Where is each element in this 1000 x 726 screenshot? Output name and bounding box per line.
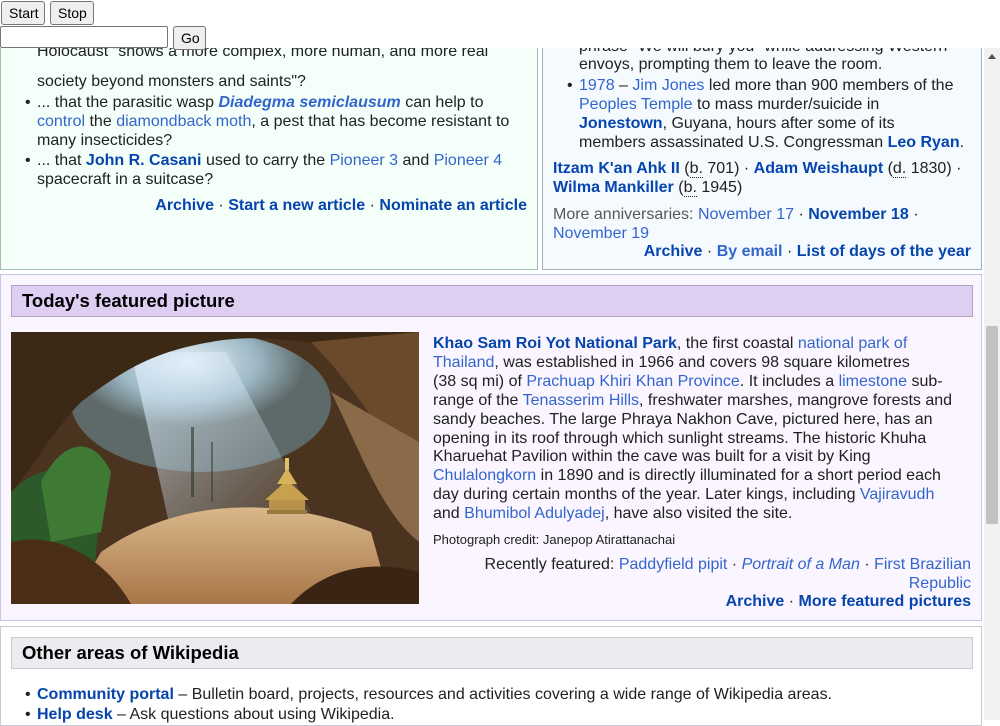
- scrollbar-thumb[interactable]: [986, 326, 998, 524]
- link-chulalongkorn[interactable]: Chulalongkorn: [433, 467, 536, 484]
- tfp-text: (38 sq mi) of Prachuap Khiri Khan Provin…: [433, 373, 943, 390]
- list-item: ... that John R. Casani used to carry th…: [25, 151, 503, 170]
- link-john-casani[interactable]: John R. Casani: [86, 152, 202, 169]
- other-areas-box: Other areas of Wikipedia Community porta…: [0, 626, 982, 726]
- more-anniversaries: November 19: [553, 224, 649, 243]
- otd-text: members assassinated U.S. Congressman Le…: [579, 134, 965, 151]
- tfp-text: sandy beaches. The large Phraya Nakhon C…: [433, 411, 933, 428]
- section-heading: Today's featured picture: [11, 285, 973, 317]
- link-wilma-mankiller[interactable]: Wilma Mankiller: [553, 179, 674, 196]
- start-new-article-link[interactable]: Start a new article: [228, 197, 365, 214]
- tfp-text: and Bhumibol Adulyadej, have also visite…: [433, 505, 793, 522]
- link-diadegma[interactable]: Diadegma semiclausum: [218, 94, 400, 111]
- tfp-text: Thailand, was established in 1966 and co…: [433, 354, 910, 371]
- go-button[interactable]: Go: [173, 26, 206, 50]
- list-item: Community portal – Bulletin board, proje…: [25, 685, 832, 704]
- tfp-text: opening in its roof through which sunlig…: [433, 430, 927, 447]
- more-featured-pictures-link[interactable]: More featured pictures: [799, 593, 971, 610]
- otd-archive-link[interactable]: Archive: [644, 243, 703, 260]
- link-vajiravudh[interactable]: Vajiravudh: [860, 486, 934, 503]
- link-pioneer-3[interactable]: Pioneer 3: [330, 152, 399, 169]
- on-this-day-box: phrase "We will bury you" while addressi…: [542, 28, 982, 270]
- link-prachuap-khiri-khan[interactable]: Prachuap Khiri Khan Province: [526, 373, 739, 390]
- link-adam-weishaupt[interactable]: Adam Weishaupt: [754, 160, 884, 177]
- featured-picture-box: Today's featured picture Khao Sam Roi Yo…: [0, 274, 982, 621]
- did-you-know-box: Holocaust "shows a more complex, more hu…: [0, 28, 538, 270]
- dyk-text: many insecticides?: [37, 132, 173, 149]
- dyk-text: spacecraft in a suitcase?: [37, 171, 214, 188]
- tfp-archive-link[interactable]: Archive: [726, 593, 785, 610]
- list-item: Help desk – Ask questions about using Wi…: [25, 705, 395, 724]
- start-button[interactable]: Start: [1, 1, 45, 25]
- link-national-park[interactable]: national park of: [798, 335, 907, 352]
- featured-photo[interactable]: [11, 332, 419, 604]
- list-item: 1978 – Jim Jones led more than 900 membe…: [567, 76, 953, 95]
- recently-featured: Recently featured: Paddyfield pipit · Po…: [484, 556, 971, 573]
- link-tenasserim-hills[interactable]: Tenasserim Hills: [523, 392, 639, 409]
- link-community-portal[interactable]: Community portal: [37, 686, 174, 703]
- link-paddyfield-pipit[interactable]: Paddyfield pipit: [619, 556, 728, 573]
- link-peoples-temple[interactable]: Peoples Temple: [579, 96, 693, 113]
- tfp-text: Kharuehat Pavilion within the cave was b…: [433, 448, 871, 465]
- section-heading: Other areas of Wikipedia: [11, 637, 973, 669]
- control-bar: Start Stop Go: [0, 0, 1000, 50]
- tfp-footer: Archive · More featured pictures: [725, 593, 971, 610]
- link-november-18[interactable]: November 18: [808, 206, 909, 223]
- dyk-footer: Archive · Start a new article · Nominate…: [155, 197, 527, 214]
- vertical-scrollbar[interactable]: [984, 48, 1000, 720]
- otd-text: Jonestown, Guyana, hours after some of i…: [579, 115, 895, 132]
- link-first-brazilian-republic[interactable]: First Brazilian: [874, 556, 971, 573]
- link-pioneer-4[interactable]: Pioneer 4: [434, 152, 503, 169]
- link-jim-jones[interactable]: Jim Jones: [632, 77, 704, 94]
- otd-text: Peoples Temple to mass murder/suicide in: [579, 96, 880, 113]
- recently-featured: Republic: [909, 574, 971, 593]
- link-diamondback-moth[interactable]: diamondback moth: [116, 113, 251, 130]
- scroll-up-arrow-icon[interactable]: [988, 54, 996, 59]
- link-1978[interactable]: 1978: [579, 77, 615, 94]
- link-control[interactable]: control: [37, 113, 85, 130]
- dyk-text: control the diamondback moth, a pest tha…: [37, 113, 510, 130]
- more-anniversaries: More anniversaries: November 17 · Novemb…: [553, 206, 919, 223]
- url-input[interactable]: [0, 26, 168, 48]
- link-november-19[interactable]: November 19: [553, 225, 649, 242]
- link-november-17[interactable]: November 17: [698, 206, 794, 223]
- link-itzam[interactable]: Itzam K'an Ahk II: [553, 160, 680, 177]
- photo-credit: Photograph credit: Janepop Atirattanacha…: [433, 532, 676, 547]
- nominate-article-link[interactable]: Nominate an article: [379, 197, 527, 214]
- otd-footer: Archive · By email · List of days of the…: [643, 243, 971, 260]
- link-thailand[interactable]: Thailand: [433, 354, 494, 371]
- list-item: ... that the parasitic wasp Diadegma sem…: [25, 93, 483, 112]
- dyk-text: society beyond monsters and saints"?: [37, 73, 306, 90]
- tfp-text: day during certain months of the year. L…: [433, 486, 935, 503]
- link-limestone[interactable]: limestone: [839, 373, 907, 390]
- link-khao-sam-roi-yot[interactable]: Khao Sam Roi Yot National Park: [433, 335, 677, 352]
- link-jonestown[interactable]: Jonestown: [579, 115, 663, 132]
- tfp-text: Chulalongkorn in 1890 and is directly il…: [433, 467, 941, 484]
- link-leo-ryan[interactable]: Leo Ryan: [888, 134, 960, 151]
- tfp-text: range of the Tenasserim Hills, freshwate…: [433, 392, 953, 409]
- otd-births: Wilma Mankiller (b. 1945): [553, 179, 743, 197]
- list-of-days-link[interactable]: List of days of the year: [797, 243, 971, 260]
- otd-text: envoys, prompting them to leave the room…: [579, 56, 883, 73]
- link-portrait-of-a-man[interactable]: Portrait of a Man: [742, 556, 860, 573]
- tfp-text: Khao Sam Roi Yot National Park, the firs…: [433, 335, 908, 352]
- otd-births: Itzam K'an Ahk II (b. 701) · Adam Weisha…: [553, 160, 962, 178]
- stop-button[interactable]: Stop: [50, 1, 94, 25]
- link-first-brazilian-republic-cont[interactable]: Republic: [909, 575, 971, 592]
- cave-image: [11, 332, 419, 604]
- dyk-archive-link[interactable]: Archive: [155, 197, 214, 214]
- link-help-desk[interactable]: Help desk: [37, 706, 113, 723]
- link-bhumibol-adulyadej[interactable]: Bhumibol Adulyadej: [464, 505, 605, 522]
- by-email-link[interactable]: By email: [717, 243, 783, 260]
